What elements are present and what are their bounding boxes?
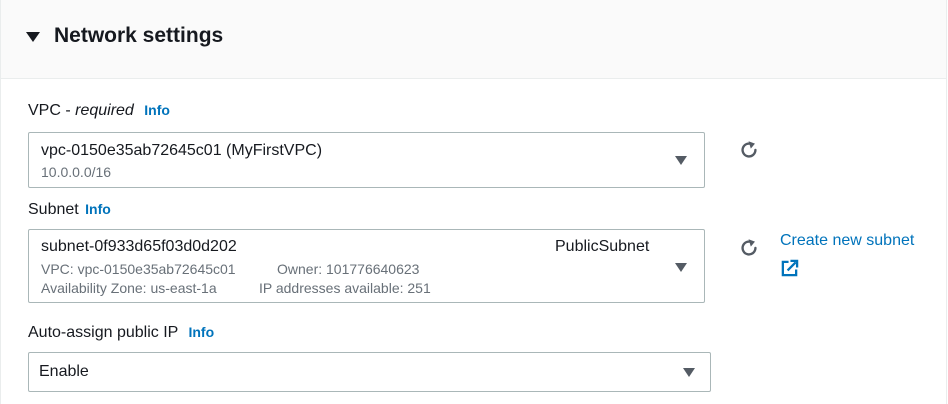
public-ip-select-value: Enable [39, 363, 89, 380]
chevron-down-icon [683, 368, 695, 377]
network-settings-panel: Network settings VPC - required Info vpc… [0, 0, 947, 404]
subnet-select[interactable]: subnet-0f933d65f03d0d202 PublicSubnet VP… [28, 229, 705, 303]
subnet-label: Subnet Info [28, 201, 111, 219]
vpc-select[interactable]: vpc-0150e35ab72645c01 (MyFirstVPC) 10.0.… [28, 132, 705, 188]
vpc-label-separator: - [60, 102, 76, 119]
public-ip-select[interactable]: Enable [28, 352, 711, 392]
subnet-select-value: subnet-0f933d65f03d0d202 [41, 238, 237, 255]
caret-down-icon[interactable] [26, 32, 40, 42]
subnet-label-text: Subnet [28, 201, 79, 218]
vpc-label: VPC - required Info [28, 102, 170, 120]
external-link-icon[interactable] [780, 259, 799, 278]
section-title: Network settings [54, 24, 224, 47]
refresh-icon[interactable] [738, 139, 760, 161]
section-header[interactable]: Network settings [1, 0, 946, 79]
subnet-ip-detail: IP addresses available: 251 [259, 280, 431, 296]
vpc-select-value: vpc-0150e35ab72645c01 (MyFirstVPC) [41, 142, 323, 159]
vpc-info-link[interactable]: Info [144, 102, 170, 118]
chevron-down-icon [675, 156, 687, 165]
chevron-down-icon [675, 263, 687, 272]
vpc-label-text: VPC [28, 102, 61, 119]
subnet-info-link[interactable]: Info [85, 201, 111, 217]
create-new-subnet-link[interactable]: Create new subnet [780, 232, 914, 250]
refresh-icon[interactable] [738, 237, 760, 259]
subnet-owner-detail: Owner: 101776640623 [277, 261, 420, 277]
public-ip-label-text: Auto-assign public IP [28, 324, 179, 341]
vpc-cidr: 10.0.0.0/16 [41, 164, 112, 180]
public-ip-label: Auto-assign public IP Info [28, 324, 214, 342]
subnet-vpc-detail: VPC: vpc-0150e35ab72645c01 [41, 261, 236, 277]
vpc-required-text: required [75, 102, 134, 119]
subnet-az-detail: Availability Zone: us-east-1a [41, 280, 217, 296]
public-ip-info-link[interactable]: Info [188, 324, 214, 340]
subnet-name-tag: PublicSubnet [555, 238, 650, 255]
